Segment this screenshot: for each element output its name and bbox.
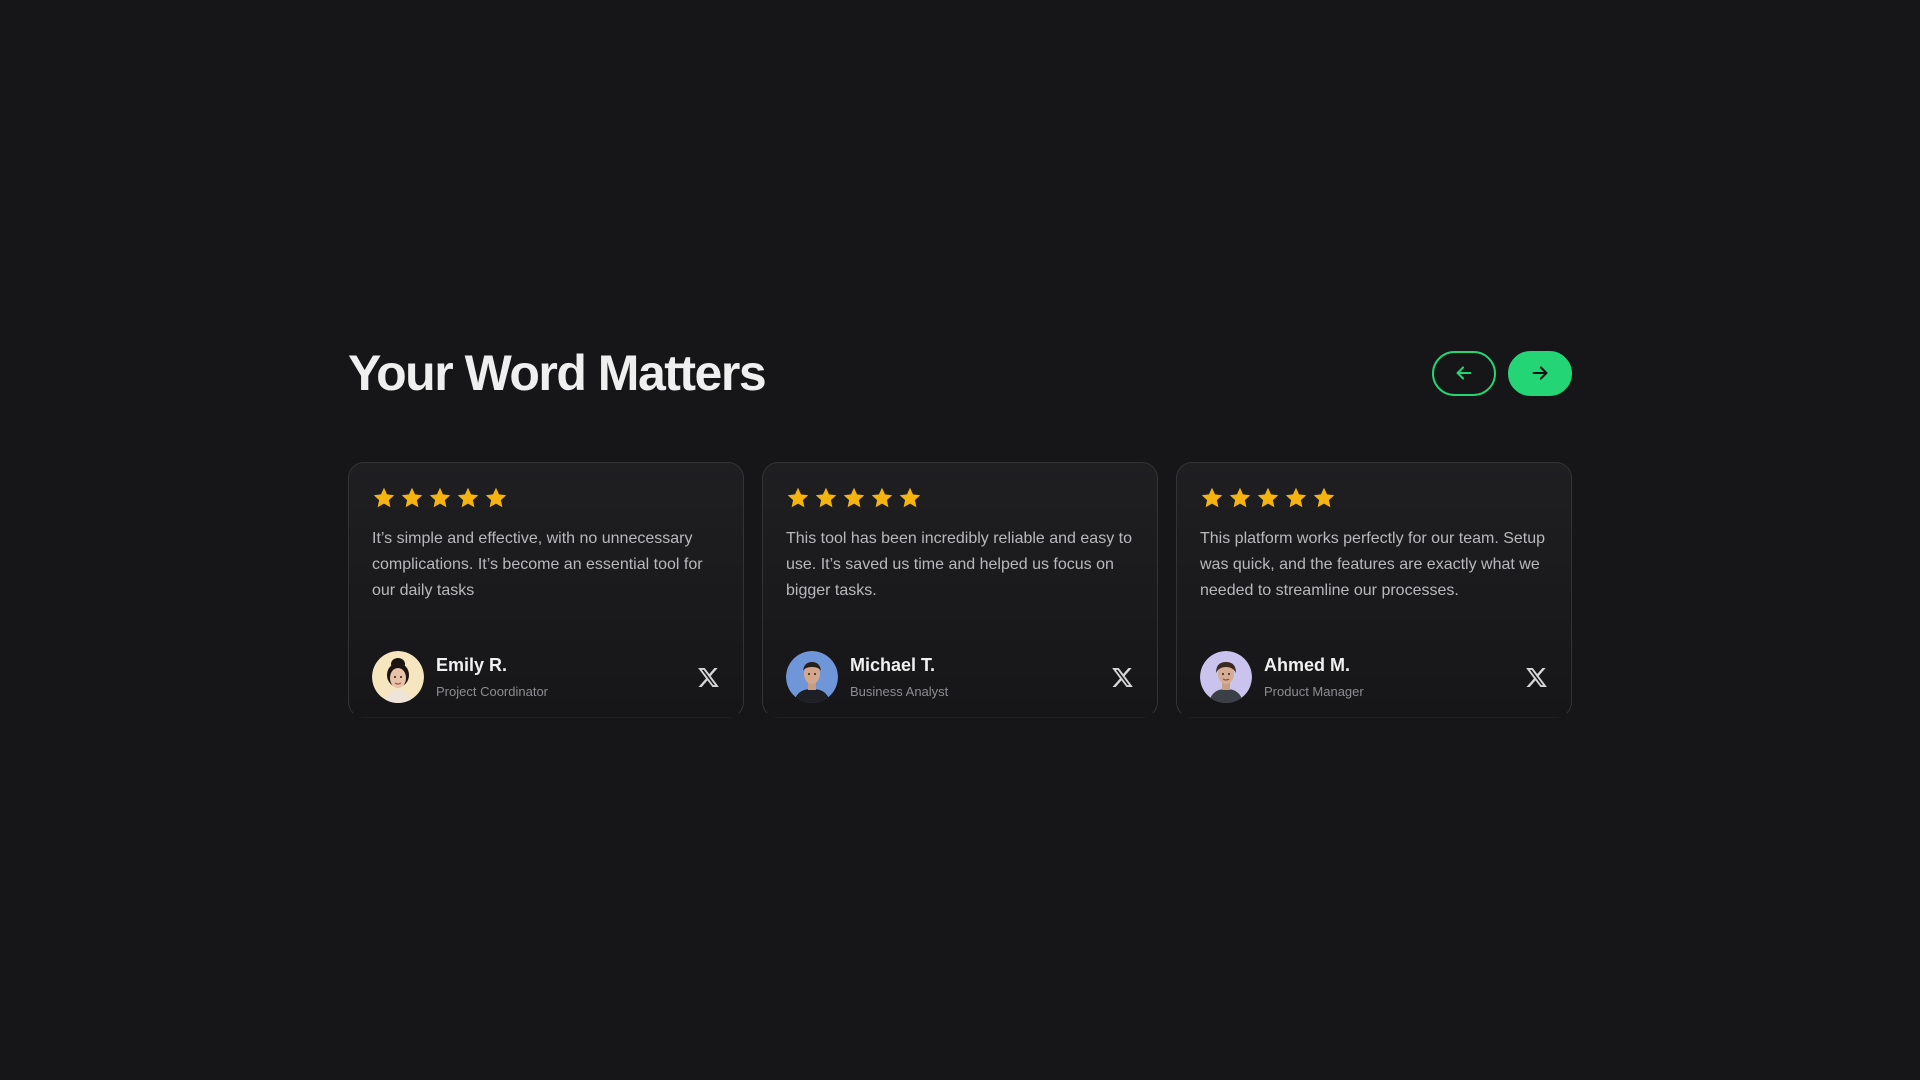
star-rating: [786, 485, 1134, 511]
prev-button[interactable]: [1432, 350, 1496, 396]
star-icon: [899, 487, 921, 508]
star-icon: [1285, 487, 1307, 508]
section-header: Your Word Matters: [348, 345, 1572, 401]
next-button[interactable]: [1508, 350, 1572, 396]
x-social-icon[interactable]: [696, 665, 720, 689]
star-icon: [373, 487, 395, 508]
x-social-icon[interactable]: [1524, 665, 1548, 689]
testimonial-card: It’s simple and effective, with no unnec…: [348, 462, 744, 718]
author-role: Business Analyst: [850, 684, 949, 699]
author-name: Michael T.: [850, 655, 936, 675]
star-rating: [1200, 485, 1548, 511]
star-rating: [372, 485, 720, 511]
avatar: [372, 651, 424, 703]
star-icon: [871, 487, 893, 508]
testimonial-cards: It’s simple and effective, with no unnec…: [348, 462, 1572, 718]
star-icon: [1257, 487, 1279, 508]
author-role: Project Coordinator: [436, 684, 548, 699]
star-icon: [457, 487, 479, 508]
author-info: Emily R. Project Coordinator: [436, 655, 696, 699]
testimonial-quote: This tool has been incredibly reliable a…: [786, 530, 1132, 599]
author-info: Michael T. Business Analyst: [850, 655, 1110, 699]
star-icon: [843, 487, 865, 508]
testimonial-author: Emily R. Project Coordinator: [372, 651, 720, 703]
star-icon: [401, 487, 423, 508]
author-role: Product Manager: [1264, 684, 1364, 699]
testimonial-author: Ahmed M. Product Manager: [1200, 651, 1548, 703]
x-social-icon[interactable]: [1110, 665, 1134, 689]
author-info: Ahmed M. Product Manager: [1264, 655, 1524, 699]
testimonial-quote: It’s simple and effective, with no unnec…: [372, 530, 703, 599]
arrow-right-icon: [1532, 366, 1548, 380]
testimonial-card: This platform works perfectly for our te…: [1176, 462, 1572, 718]
star-icon: [1201, 487, 1223, 508]
testimonial-author: Michael T. Business Analyst: [786, 651, 1134, 703]
author-name: Ahmed M.: [1264, 655, 1351, 675]
star-icon: [815, 487, 837, 508]
star-icon: [485, 487, 507, 508]
star-icon: [429, 487, 451, 508]
star-icon: [1313, 487, 1335, 508]
carousel-nav: [1432, 350, 1572, 396]
avatar: [1200, 651, 1252, 703]
testimonials-section: Your Word Matters It’s simple and effect…: [348, 345, 1572, 718]
star-icon: [1229, 487, 1251, 508]
star-icon: [787, 487, 809, 508]
avatar: [786, 651, 838, 703]
testimonial-quote: This platform works perfectly for our te…: [1200, 530, 1546, 599]
arrow-left-icon: [1456, 366, 1472, 380]
testimonial-card: This tool has been incredibly reliable a…: [762, 462, 1158, 718]
section-title: Your Word Matters: [348, 345, 767, 401]
author-name: Emily R.: [436, 655, 508, 675]
